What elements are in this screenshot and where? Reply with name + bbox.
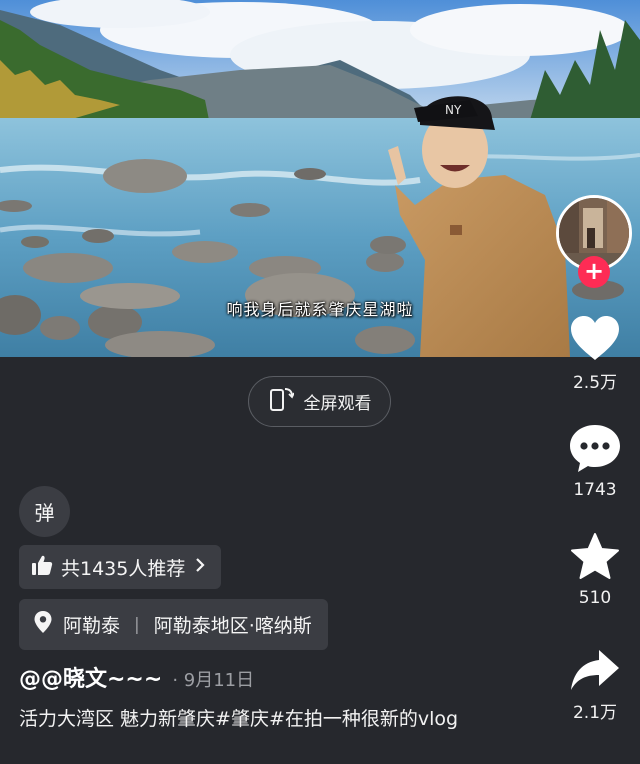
- favorite-count: 510: [578, 588, 612, 608]
- comment-action[interactable]: 1743: [560, 422, 630, 500]
- chevron-right-icon: [193, 556, 207, 578]
- like-count: 2.5万: [572, 373, 618, 393]
- thumbs-up-icon: [31, 554, 53, 581]
- comment-icon: [560, 422, 630, 474]
- fullscreen-button[interactable]: 全屏观看: [248, 376, 391, 427]
- rotate-screen-icon: [268, 385, 295, 419]
- recommend-chip[interactable]: 共1435人推荐: [19, 545, 222, 589]
- location-primary: 阿勒泰: [63, 615, 121, 637]
- fullscreen-label: 全屏观看: [303, 394, 372, 414]
- recommend-label: 共1435人推荐: [61, 557, 186, 580]
- svg-text:NY: NY: [445, 103, 462, 117]
- comment-count: 1743: [573, 480, 617, 500]
- location-pin-icon: [33, 610, 53, 639]
- heart-icon: [560, 314, 630, 362]
- favorite-action[interactable]: 510: [560, 532, 630, 608]
- video-subtitle: 响我身后就系肇庆星湖啦: [226, 300, 414, 319]
- share-count: 2.1万: [572, 703, 618, 723]
- follow-button[interactable]: +: [578, 256, 610, 288]
- post-date: · 9月11日: [172, 670, 255, 691]
- location-divider: |: [134, 614, 140, 635]
- author-row: @@晓文~~~ · 9月11日: [19, 661, 254, 693]
- danmu-toggle-button[interactable]: 弹: [19, 486, 70, 537]
- author-name[interactable]: @@晓文~~~: [19, 661, 162, 693]
- like-action[interactable]: 2.5万: [560, 314, 630, 393]
- post-date-value: 9月11日: [183, 670, 255, 691]
- star-icon: [560, 532, 630, 582]
- location-chip[interactable]: 阿勒泰 | 阿勒泰地区·喀纳斯: [19, 599, 328, 650]
- video-player[interactable]: NY 响我身后就系肇庆星湖啦: [0, 0, 640, 357]
- share-action[interactable]: 2.1万: [560, 648, 630, 723]
- share-arrow-icon: [560, 648, 630, 692]
- location-secondary: 阿勒泰地区·喀纳斯: [153, 615, 312, 637]
- video-caption[interactable]: 活力大湾区 魅力新肇庆#肇庆#在拍一种很新的vlog: [19, 704, 519, 734]
